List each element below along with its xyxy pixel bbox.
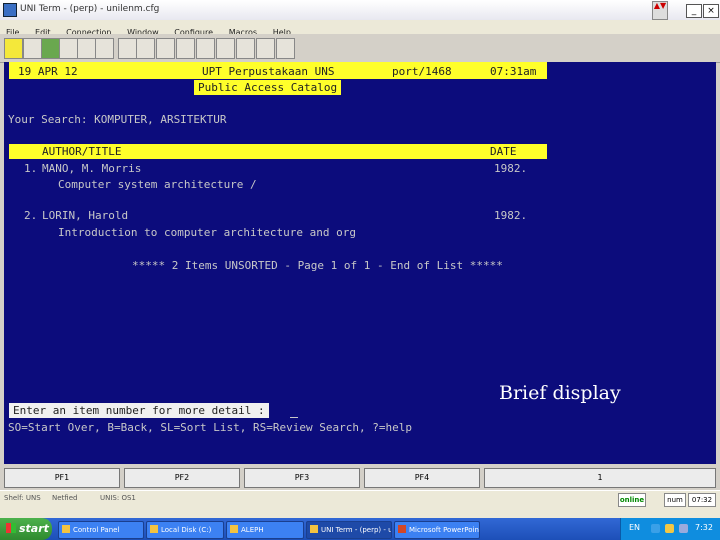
input-cursor[interactable] bbox=[290, 417, 298, 418]
blank-tool-icon[interactable] bbox=[196, 38, 215, 59]
online-indicator: online bbox=[618, 493, 646, 507]
volume-icon[interactable] bbox=[665, 524, 674, 533]
network-icon[interactable] bbox=[651, 524, 660, 533]
task-control-panel[interactable]: Control Panel bbox=[58, 521, 144, 539]
blank-tool-icon[interactable] bbox=[156, 38, 175, 59]
close-button[interactable]: × bbox=[703, 4, 719, 18]
new-session-icon[interactable] bbox=[23, 38, 42, 59]
num-lock-indicator: num bbox=[664, 493, 686, 507]
app-icon bbox=[230, 525, 238, 533]
status-shelf: Shelf: UNS bbox=[4, 494, 41, 502]
task-powerpoint[interactable]: Microsoft PowerPoint... bbox=[394, 521, 480, 539]
system-tray: EN 7:32 bbox=[620, 518, 720, 540]
status-unis: UNIS: OS1 bbox=[100, 494, 136, 502]
toolbar bbox=[0, 34, 720, 63]
task-local-disk[interactable]: Local Disk (C:) bbox=[146, 521, 224, 539]
blank-tool-icon[interactable] bbox=[276, 38, 295, 59]
blank-tool-icon[interactable] bbox=[176, 38, 195, 59]
terminal-screen[interactable]: 19 APR 12 UPT Perpustakaan UNS port/1468… bbox=[4, 62, 716, 464]
blank-tool-icon[interactable] bbox=[118, 38, 137, 59]
result-1-author[interactable]: MANO, M. Morris bbox=[42, 162, 141, 175]
col-date: DATE bbox=[490, 145, 517, 158]
print-icon[interactable] bbox=[95, 38, 114, 59]
connect-icon[interactable] bbox=[41, 38, 60, 59]
security-icon[interactable] bbox=[679, 524, 688, 533]
terminal-icon bbox=[310, 525, 318, 533]
col-author-title: AUTHOR/TITLE bbox=[42, 145, 122, 158]
header-time: 07:31am bbox=[490, 65, 537, 78]
task-label: ALEPH bbox=[241, 526, 264, 534]
pf2-button[interactable]: PF2 bbox=[124, 468, 240, 488]
pf1-button[interactable]: PF1 bbox=[4, 468, 120, 488]
command-help: SO=Start Over, B=Back, SL=Sort List, RS=… bbox=[8, 421, 412, 434]
status-strip bbox=[0, 508, 720, 518]
notes-icon[interactable] bbox=[4, 38, 23, 59]
item-number-prompt: Enter an item number for more detail : bbox=[9, 403, 269, 418]
powerpoint-icon bbox=[398, 525, 406, 533]
result-1-title[interactable]: Computer system architecture / bbox=[58, 178, 257, 191]
result-2-date: 1982. bbox=[494, 209, 528, 222]
result-2-number: 2. bbox=[24, 209, 38, 222]
header-date: 19 APR 12 bbox=[18, 65, 78, 78]
task-label: Microsoft PowerPoint... bbox=[409, 526, 479, 534]
window-title-bar: UNI Term - (perp) - unilenm.cfg ▲▼ _ × bbox=[0, 0, 720, 21]
result-1-date: 1982. bbox=[494, 162, 528, 175]
task-uni-term[interactable]: UNI Term - (perp) - uni... bbox=[306, 521, 392, 539]
status-clock: 07:32 bbox=[688, 493, 716, 507]
disconnect-icon[interactable] bbox=[59, 38, 78, 59]
pf3-button[interactable]: PF3 bbox=[244, 468, 360, 488]
folder-icon bbox=[150, 525, 158, 533]
start-label: start bbox=[19, 522, 49, 535]
result-summary: ***** 2 Items UNSORTED - Page 1 of 1 - E… bbox=[132, 259, 503, 272]
blank-tool-icon[interactable] bbox=[236, 38, 255, 59]
task-label: UNI Term - (perp) - uni... bbox=[321, 526, 391, 534]
catalog-name: Public Access Catalog bbox=[194, 80, 342, 95]
task-label: Local Disk (C:) bbox=[161, 526, 212, 534]
minimize-button[interactable]: _ bbox=[686, 4, 702, 18]
windows-logo-icon bbox=[6, 523, 16, 533]
language-indicator[interactable]: EN bbox=[629, 523, 640, 532]
header-library: UPT Perpustakaan UNS bbox=[202, 65, 335, 78]
header-terminal-id: port/1468 bbox=[392, 65, 452, 78]
blank-tool-icon[interactable] bbox=[136, 38, 155, 59]
window-title: UNI Term - (perp) - unilenm.cfg bbox=[20, 4, 160, 14]
overlay-caption: Brief display bbox=[499, 382, 621, 404]
status-net: Netfied bbox=[52, 494, 78, 502]
result-1-number: 1. bbox=[24, 162, 38, 175]
blank-tool-icon[interactable] bbox=[256, 38, 275, 59]
grid-icon[interactable] bbox=[77, 38, 96, 59]
taskbar: start Control Panel Local Disk (C:) ALEP… bbox=[0, 518, 720, 540]
menu-bar: File Edit Connection Window Configure Ma… bbox=[0, 20, 720, 37]
start-button[interactable]: start bbox=[0, 518, 52, 540]
result-2-title[interactable]: Introduction to computer architecture an… bbox=[58, 226, 356, 239]
pf-key-bar: PF1 PF2 PF3 PF4 1 bbox=[0, 464, 720, 490]
tray-clock: 7:32 bbox=[695, 523, 713, 532]
pf4-button[interactable]: PF4 bbox=[364, 468, 480, 488]
app-icon bbox=[3, 3, 17, 17]
page-number-field[interactable]: 1 bbox=[484, 468, 716, 488]
task-aleph[interactable]: ALEPH bbox=[226, 521, 304, 539]
status-bar: Shelf: UNS Netfied UNIS: OS1 online num … bbox=[0, 490, 720, 509]
folder-icon bbox=[62, 525, 70, 533]
result-2-author[interactable]: LORIN, Harold bbox=[42, 209, 128, 222]
blank-tool-icon[interactable] bbox=[216, 38, 235, 59]
scroll-arrows-icon[interactable]: ▲▼ bbox=[652, 1, 668, 20]
task-label: Control Panel bbox=[73, 526, 120, 534]
search-query: Your Search: KOMPUTER, ARSITEKTUR bbox=[8, 113, 227, 126]
